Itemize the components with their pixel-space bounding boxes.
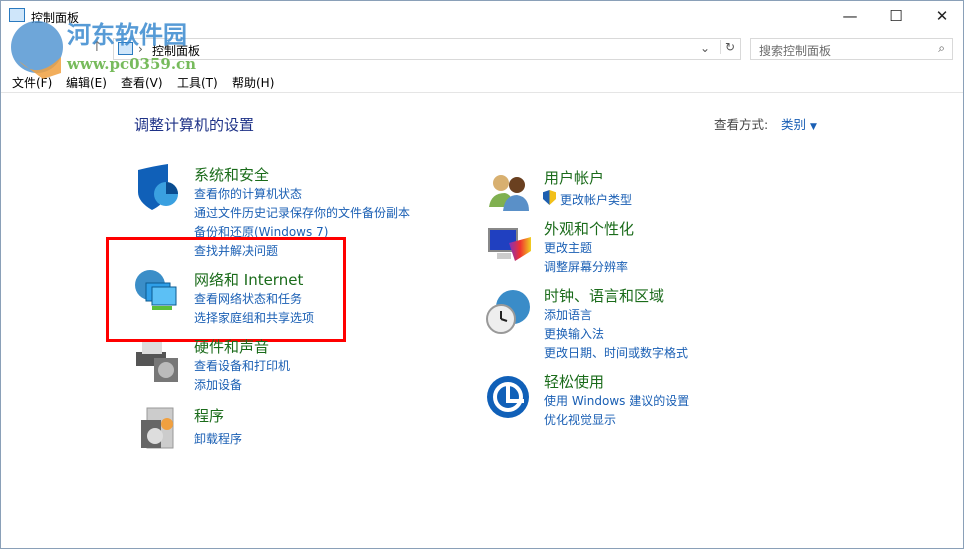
category-hardware-sound[interactable]: 硬件和声音 [194,336,269,357]
link-change-theme[interactable]: 更改主题 [544,239,592,256]
category-user-accounts[interactable]: 用户帐户 [544,167,604,188]
menu-edit[interactable]: 编辑(E) [66,74,107,91]
chevron-down-icon[interactable]: ⌄ [700,41,710,55]
highlight-box [106,237,346,342]
search-input[interactable]: 搜索控制面板 ⌕ [750,38,953,60]
close-button[interactable]: ✕ [919,1,964,31]
link-uninstall-program[interactable]: 卸载程序 [194,430,242,447]
control-panel-icon [9,8,25,22]
link-optimize-display[interactable]: 优化视觉显示 [544,411,616,428]
category-clock-language-region[interactable]: 时钟、语言和区域 [544,285,664,306]
programs-icon [139,406,185,452]
link-file-history[interactable]: 通过文件历史记录保存你的文件备份副本 [194,204,410,221]
up-arrow-icon[interactable]: ↑ [91,39,103,55]
users-icon [487,171,533,217]
appearance-icon [487,223,533,269]
menu-tools[interactable]: 工具(T) [177,74,218,91]
ease-of-access-icon [486,374,532,420]
minimize-button[interactable]: — [827,1,873,31]
dropdown-arrow-icon: ▼ [810,122,817,132]
category-system-security[interactable]: 系统和安全 [194,164,269,185]
menu-help[interactable]: 帮助(H) [232,74,274,91]
uac-shield-icon [543,190,556,205]
search-placeholder: 搜索控制面板 [759,44,832,58]
link-screen-resolution[interactable]: 调整屏幕分辨率 [544,258,628,275]
view-by-value: 类别 [781,117,807,132]
link-recommended-settings[interactable]: 使用 Windows 建议的设置 [544,392,689,409]
link-view-computer-status[interactable]: 查看你的计算机状态 [194,185,302,202]
maximize-button[interactable]: ☐ [873,1,919,31]
control-panel-icon [118,42,133,55]
menu-view[interactable]: 查看(V) [121,74,163,91]
page-title: 调整计算机的设置 [134,116,255,134]
category-appearance[interactable]: 外观和个性化 [544,218,634,239]
printer-icon [134,338,180,384]
address-bar[interactable]: › 控制面板 ⌄ ↻ [113,38,741,60]
refresh-icon[interactable]: ↻ [720,40,735,54]
view-by-dropdown[interactable]: 类别 ▼ [781,114,817,133]
link-add-language[interactable]: 添加语言 [544,306,592,323]
link-change-account-type[interactable]: 更改帐户类型 [560,191,632,208]
breadcrumb[interactable]: 控制面板 [152,42,200,59]
link-add-device[interactable]: 添加设备 [194,376,242,393]
search-icon[interactable]: ⌕ [938,41,945,56]
clock-globe-icon [485,289,531,335]
category-ease-of-access[interactable]: 轻松使用 [544,371,604,392]
link-devices-printers[interactable]: 查看设备和打印机 [194,357,290,374]
menu-bar: 文件(F) 编辑(E) 查看(V) 工具(T) 帮助(H) [1,69,963,93]
menu-file[interactable]: 文件(F) [12,74,52,91]
window-title: 控制面板 [31,11,80,25]
link-change-input-method[interactable]: 更换输入法 [544,325,604,342]
category-programs[interactable]: 程序 [194,405,224,426]
breadcrumb-separator: › [138,42,143,56]
link-date-time-format[interactable]: 更改日期、时间或数字格式 [544,344,688,361]
title-bar: 控制面板 — ☐ ✕ [1,1,963,31]
shield-icon [134,164,180,210]
view-by-label: 查看方式: [714,117,769,132]
